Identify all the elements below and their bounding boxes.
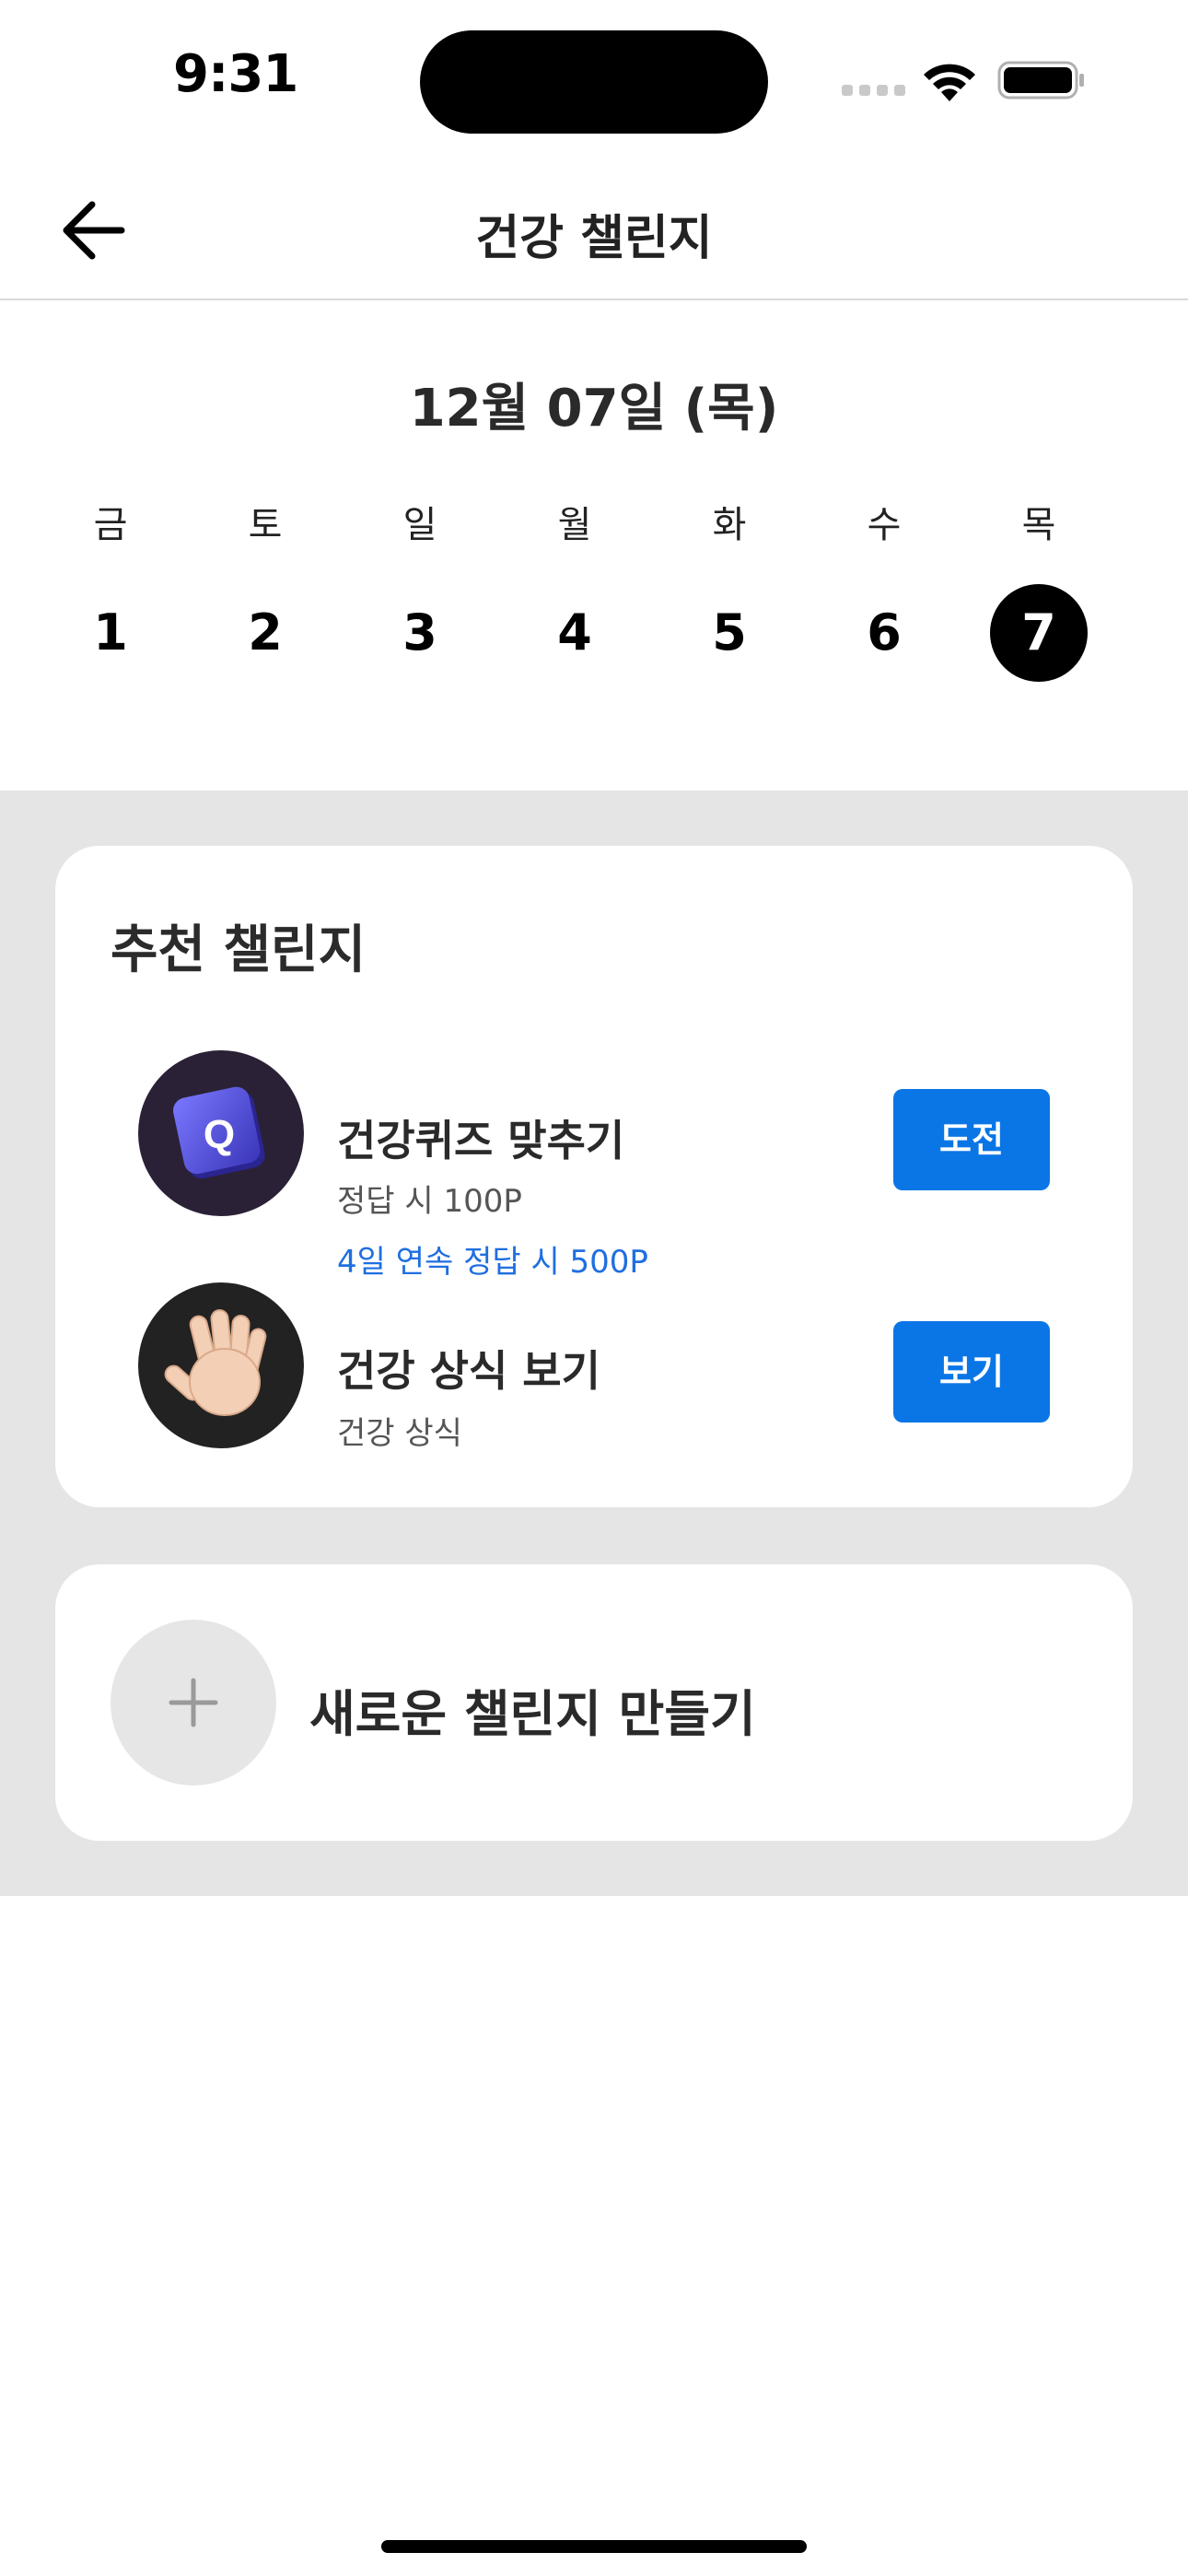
status-time: 9:31 — [173, 44, 298, 104]
day-weekday: 목 — [1021, 504, 1056, 546]
content-area: 추천 챌린지 Q 건강퀴즈 맞추기 정답 시 100P 4일 연속 정답 시 5… — [0, 790, 1188, 1896]
day-item-selected[interactable]: 목 7 — [984, 498, 1094, 682]
day-weekday: 금 — [93, 504, 128, 546]
challenge-desc: 건강 상식 — [337, 1415, 462, 1452]
home-indicator[interactable] — [381, 2540, 807, 2553]
day-weekday: 일 — [402, 504, 437, 546]
day-number: 1 — [93, 603, 128, 662]
day-number: 4 — [557, 603, 592, 662]
day-weekday: 토 — [248, 504, 283, 546]
page-title: 건강 챌린지 — [475, 211, 713, 266]
day-item[interactable]: 일 3 — [365, 498, 475, 682]
challenge-name: 건강 상식 보기 — [337, 1346, 600, 1396]
challenge-name: 건강퀴즈 맞추기 — [337, 1116, 625, 1165]
status-bar: 9:31 — [0, 0, 1188, 157]
recommended-challenges-card: 추천 챌린지 Q 건강퀴즈 맞추기 정답 시 100P 4일 연속 정답 시 5… — [55, 846, 1133, 1507]
day-item[interactable]: 월 4 — [519, 498, 630, 682]
create-challenge-card[interactable]: 새로운 챌린지 만들기 — [55, 1564, 1133, 1841]
day-number-selected: 7 — [990, 584, 1088, 682]
quiz-q-cube-icon: Q — [138, 1050, 304, 1216]
day-number: 2 — [248, 603, 283, 662]
day-weekday: 화 — [712, 504, 747, 546]
dynamic-island — [420, 30, 768, 134]
challenge-start-button[interactable]: 도전 — [893, 1089, 1050, 1190]
day-weekday: 수 — [867, 504, 902, 546]
plus-icon — [111, 1620, 276, 1786]
day-number: 6 — [867, 603, 902, 662]
challenge-view-button[interactable]: 보기 — [893, 1321, 1050, 1423]
day-item[interactable]: 화 5 — [674, 498, 785, 682]
waving-hand-icon — [138, 1282, 304, 1448]
week-selector: 금 1 토 2 일 3 월 4 화 5 수 6 목 7 — [55, 498, 1133, 700]
nav-bar: 건강 챌린지 — [0, 157, 1188, 300]
challenge-reward: 정답 시 100P — [337, 1183, 522, 1220]
day-number: 5 — [712, 603, 747, 662]
day-item[interactable]: 금 1 — [55, 498, 166, 682]
day-number: 3 — [402, 603, 437, 662]
day-item[interactable]: 수 6 — [829, 498, 939, 682]
day-weekday: 월 — [557, 504, 592, 546]
battery-full-icon — [997, 61, 1084, 100]
challenge-bonus: 4일 연속 정답 시 500P — [337, 1244, 648, 1281]
recommended-challenges-title: 추천 챌린지 — [111, 920, 367, 980]
create-challenge-label: 새로운 챌린지 만들기 — [309, 1685, 756, 1743]
date-header: 12월 07일 (목) — [409, 379, 779, 439]
cellular-signal-icon — [842, 85, 906, 98]
svg-text:Q: Q — [204, 1112, 235, 1157]
wifi-icon — [924, 64, 975, 101]
day-item[interactable]: 토 2 — [210, 498, 320, 682]
